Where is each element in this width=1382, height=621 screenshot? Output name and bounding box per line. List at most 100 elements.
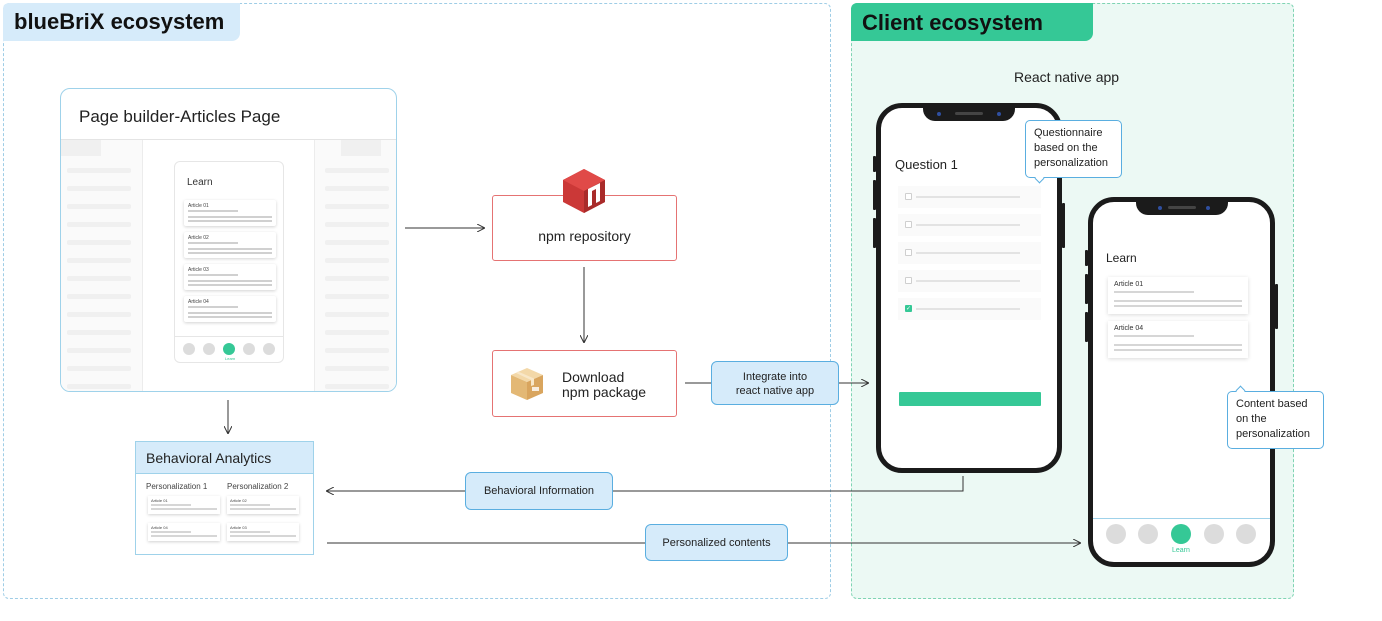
- placeholder-line: [188, 248, 272, 250]
- preview-article-label: Article 04: [188, 299, 209, 305]
- question-option[interactable]: [898, 242, 1041, 264]
- placeholder-line: [188, 242, 238, 244]
- placeholder-line: [67, 384, 131, 389]
- nav-dot-icon: [263, 343, 275, 355]
- placeholder-line: [325, 258, 389, 263]
- sensor-icon: [1205, 206, 1210, 210]
- placeholder-line: [67, 366, 131, 371]
- question-option[interactable]: [898, 186, 1041, 208]
- nav-dot-icon: [203, 343, 215, 355]
- bluebrix-ecosystem-title: blueBriX ecosystem: [3, 3, 240, 41]
- phone-notch: [1135, 201, 1228, 215]
- download-npm-package-label: Download npm package: [562, 370, 646, 400]
- npm-repository-label: npm repository: [538, 228, 631, 244]
- phone-side-button: [873, 156, 876, 172]
- placeholder-line: [230, 535, 296, 537]
- tooltip-line: on the: [1236, 413, 1267, 425]
- behavioral-analytics-panel: Behavioral Analytics Personalization 1 P…: [135, 441, 314, 555]
- preview-title: Learn: [187, 177, 213, 188]
- placeholder-line: [325, 240, 389, 245]
- phone-notch: [923, 107, 1015, 121]
- placeholder-line: [325, 222, 389, 227]
- nav-dot-icon: [183, 343, 195, 355]
- placeholder-line: [151, 504, 191, 506]
- analytics-article-label: Article 01: [151, 498, 168, 503]
- nav-dot-icon: [243, 343, 255, 355]
- question-option[interactable]: [898, 214, 1041, 236]
- page-builder-left-column: [61, 140, 143, 391]
- placeholder-line: [230, 504, 270, 506]
- page-builder-title: Page builder-Articles Page: [79, 107, 281, 126]
- analytics-article-label: Article 04: [151, 525, 168, 530]
- learn-title: Learn: [1106, 251, 1137, 265]
- checked-checkbox-icon[interactable]: ✓: [905, 305, 912, 312]
- placeholder-line: [188, 252, 272, 254]
- placeholder-line: [67, 330, 131, 335]
- nav-dot-icon[interactable]: [1138, 524, 1158, 544]
- placeholder-line: [188, 216, 272, 218]
- placeholder-line: [325, 186, 389, 191]
- learn-article-card[interactable]: Article 04: [1108, 321, 1248, 358]
- placeholder-line: [67, 312, 131, 317]
- analytics-article-card: Article 04: [148, 523, 220, 541]
- question-option[interactable]: ✓: [898, 298, 1041, 320]
- behavioral-analytics-title: Behavioral Analytics: [136, 442, 313, 474]
- package-box-icon: [511, 368, 543, 400]
- placeholder-line: [1114, 349, 1242, 351]
- camera-icon: [1157, 206, 1162, 210]
- question-option[interactable]: [898, 270, 1041, 292]
- analytics-article-card: Article 01: [148, 496, 220, 514]
- preview-article-label: Article 02: [188, 235, 209, 241]
- placeholder-line: [916, 308, 1020, 310]
- column-header: [341, 140, 381, 156]
- preview-nav-label: Learn: [225, 356, 236, 361]
- placeholder-line: [325, 384, 389, 389]
- placeholder-line: [67, 186, 131, 191]
- learn-article-label: Article 01: [1114, 281, 1144, 288]
- learn-nav-icon[interactable]: [1171, 524, 1191, 544]
- question-title: Question 1: [895, 157, 958, 172]
- checkbox-icon[interactable]: [905, 221, 912, 228]
- placeholder-line: [916, 224, 1020, 226]
- submit-button[interactable]: [899, 392, 1041, 406]
- placeholder-line: [188, 316, 272, 318]
- phone-side-button: [873, 180, 876, 210]
- learn-article-label: Article 04: [1114, 325, 1144, 332]
- page-builder-panel: Page builder-Articles Page Learn Article…: [60, 88, 397, 392]
- download-line-2: npm package: [562, 384, 647, 400]
- nav-dot-icon[interactable]: [1106, 524, 1126, 544]
- placeholder-line: [67, 204, 131, 209]
- placeholder-line: [188, 312, 272, 314]
- checkbox-icon[interactable]: [905, 277, 912, 284]
- learn-phone: Learn Article 01 Article 04 Learn: [1085, 197, 1278, 567]
- phone-side-button: [1062, 203, 1065, 248]
- phone-side-button: [1085, 312, 1088, 342]
- react-native-app-title: React native app: [1014, 69, 1120, 85]
- analytics-article-label: Article 02: [230, 498, 247, 503]
- placeholder-line: [188, 306, 238, 308]
- nav-dot-icon[interactable]: [1236, 524, 1256, 544]
- analytics-article-card: Article 02: [227, 496, 299, 514]
- placeholder-line: [188, 220, 272, 222]
- placeholder-line: [67, 348, 131, 353]
- checkbox-icon[interactable]: [905, 249, 912, 256]
- placeholder-line: [325, 276, 389, 281]
- camera-icon: [937, 112, 941, 116]
- placeholder-line: [230, 508, 296, 510]
- preview-article-card: Article 01: [184, 200, 276, 226]
- speaker: [1167, 206, 1196, 209]
- download-line-1: Download: [562, 369, 625, 385]
- sensor-icon: [997, 112, 1001, 116]
- analytics-article-label: Article 03: [230, 525, 247, 530]
- nav-dot-icon[interactable]: [1204, 524, 1224, 544]
- placeholder-line: [916, 196, 1020, 198]
- phone-side-button: [1275, 284, 1278, 329]
- placeholder-line: [151, 531, 191, 533]
- learn-article-card[interactable]: Article 01: [1108, 277, 1248, 314]
- checkbox-icon[interactable]: [905, 193, 912, 200]
- content-tooltip: Content based on the personalization: [1227, 385, 1324, 449]
- placeholder-line: [325, 204, 389, 209]
- placeholder-line: [916, 280, 1020, 282]
- preview-article-card: Article 04: [184, 296, 276, 322]
- placeholder-line: [916, 252, 1020, 254]
